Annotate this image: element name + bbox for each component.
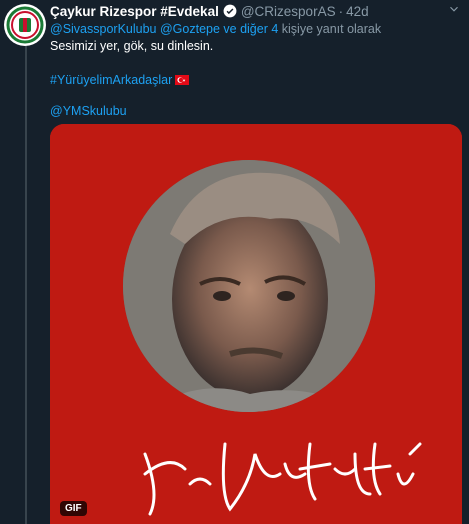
thread-connector-line — [25, 44, 27, 524]
mention-link[interactable]: @SivassporKulubu — [50, 22, 157, 36]
mention-link[interactable]: @Goztepe ve diğer 4 — [160, 22, 278, 36]
tweet-header: Çaykur Rizespor #Evdekal @CRizesporAS · … — [50, 2, 463, 20]
club-logo-icon — [5, 5, 45, 45]
author-name[interactable]: Çaykur Rizespor #Evdekal — [50, 4, 219, 19]
author-handle[interactable]: @CRizesporAS — [241, 4, 336, 19]
reply-suffix: kişiye yanıt olarak — [281, 22, 382, 36]
tweet-line: Sesimizi yer, gök, su dinlesin. — [50, 39, 214, 53]
turkish-flag-icon — [175, 75, 190, 85]
separator-dot: · — [338, 3, 344, 19]
tweet-body: Çaykur Rizespor #Evdekal @CRizesporAS · … — [50, 2, 463, 119]
chevron-down-icon[interactable] — [447, 2, 461, 16]
gif-media[interactable]: GIF — [50, 124, 462, 524]
avatar[interactable] — [4, 4, 46, 46]
reply-context: @SivassporKulubu @Goztepe ve diğer 4 kiş… — [50, 20, 463, 38]
timestamp[interactable]: 42d — [346, 4, 369, 19]
verified-badge-icon — [223, 4, 237, 18]
portrait-illustration — [50, 124, 462, 524]
gif-badge: GIF — [60, 501, 87, 516]
mention-link[interactable]: @YMSkulubu — [50, 104, 127, 118]
hashtag-link[interactable]: #YürüyelimArkadaşlar — [50, 73, 172, 87]
tweet-text: Sesimizi yer, gök, su dinlesin. #Yürüyel… — [50, 38, 463, 119]
